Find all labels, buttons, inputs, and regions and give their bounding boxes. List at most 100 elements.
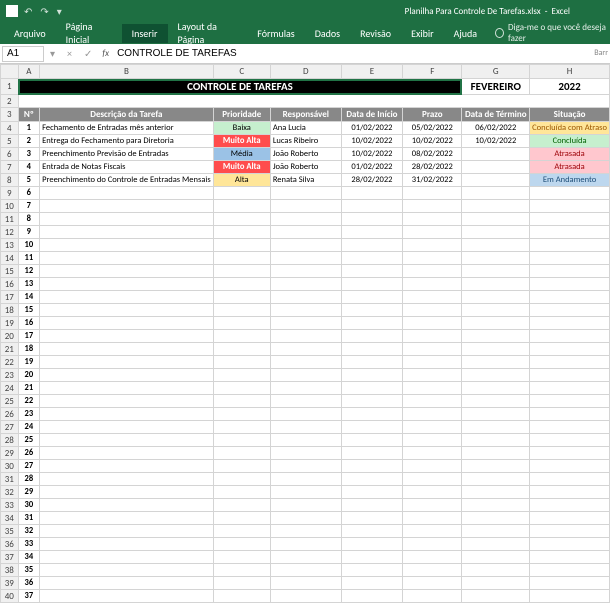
cell[interactable]	[462, 291, 530, 304]
cell-situacao[interactable]: Atrasada	[530, 161, 610, 174]
cell[interactable]	[270, 473, 341, 486]
col-header-H[interactable]: H	[530, 65, 610, 79]
cell-num[interactable]: 24	[18, 421, 40, 434]
cell[interactable]	[462, 460, 530, 473]
row-header-3[interactable]: 3	[1, 108, 19, 122]
cell-situacao[interactable]: Concluída com Atraso	[530, 122, 610, 135]
col-header-B[interactable]: B	[40, 65, 214, 79]
cell[interactable]	[403, 447, 462, 460]
cell[interactable]	[341, 382, 402, 395]
cell-num[interactable]: 19	[18, 356, 40, 369]
cell[interactable]	[341, 590, 402, 603]
cell[interactable]	[403, 330, 462, 343]
cell-prio[interactable]: Média	[213, 148, 270, 161]
cell[interactable]	[40, 278, 214, 291]
cell[interactable]	[213, 304, 270, 317]
row-header[interactable]: 8	[1, 174, 19, 187]
cell[interactable]	[530, 486, 610, 499]
cell-inicio[interactable]: 10/02/2022	[341, 148, 402, 161]
row-header[interactable]: 36	[1, 538, 19, 551]
cell[interactable]	[403, 265, 462, 278]
formula-input[interactable]	[113, 46, 610, 62]
cell[interactable]	[40, 200, 214, 213]
undo-icon[interactable]: ↶	[22, 5, 34, 18]
cell-situacao[interactable]: Atrasada	[530, 148, 610, 161]
cell[interactable]	[341, 538, 402, 551]
cell[interactable]	[403, 382, 462, 395]
cell-prazo[interactable]: 10/02/2022	[403, 135, 462, 148]
col-header-E[interactable]: E	[341, 65, 402, 79]
row-header[interactable]: 27	[1, 421, 19, 434]
cell[interactable]	[403, 421, 462, 434]
cell[interactable]	[40, 226, 214, 239]
cell[interactable]	[403, 538, 462, 551]
cell[interactable]	[270, 304, 341, 317]
cell[interactable]	[270, 343, 341, 356]
cell[interactable]	[462, 317, 530, 330]
cell[interactable]	[40, 213, 214, 226]
cell-num[interactable]: 3	[18, 148, 40, 161]
cell[interactable]	[270, 551, 341, 564]
cell-num[interactable]: 16	[18, 317, 40, 330]
row-header[interactable]: 33	[1, 499, 19, 512]
cell[interactable]	[40, 304, 214, 317]
cell[interactable]	[530, 434, 610, 447]
cell-prio[interactable]: Muito Alta	[213, 135, 270, 148]
cell[interactable]	[462, 226, 530, 239]
cell-num[interactable]: 23	[18, 408, 40, 421]
cell[interactable]	[270, 291, 341, 304]
cell[interactable]	[40, 265, 214, 278]
cell[interactable]	[462, 356, 530, 369]
row-header[interactable]: 9	[1, 187, 19, 200]
cell[interactable]	[462, 551, 530, 564]
cell[interactable]	[213, 421, 270, 434]
cell[interactable]	[403, 577, 462, 590]
row-header[interactable]: 24	[1, 382, 19, 395]
cell-termino[interactable]	[462, 148, 530, 161]
cell[interactable]	[341, 551, 402, 564]
cell[interactable]	[403, 525, 462, 538]
cell[interactable]	[341, 512, 402, 525]
cell-resp[interactable]: João Roberto	[270, 148, 341, 161]
cell[interactable]	[270, 486, 341, 499]
cell[interactable]	[403, 499, 462, 512]
cell-inicio[interactable]: 01/02/2022	[341, 161, 402, 174]
row-header[interactable]: 39	[1, 577, 19, 590]
row-header[interactable]: 6	[1, 148, 19, 161]
cell[interactable]	[270, 382, 341, 395]
cell[interactable]	[341, 499, 402, 512]
cell[interactable]	[270, 200, 341, 213]
select-all-corner[interactable]	[1, 65, 19, 79]
cell[interactable]	[40, 408, 214, 421]
row-header[interactable]: 30	[1, 460, 19, 473]
cell[interactable]	[403, 434, 462, 447]
cell[interactable]	[213, 317, 270, 330]
tab-formulas[interactable]: Fórmulas	[247, 24, 304, 43]
cell[interactable]	[40, 252, 214, 265]
cell[interactable]	[213, 408, 270, 421]
cell[interactable]	[213, 343, 270, 356]
cancel-icon[interactable]: ×	[61, 47, 78, 60]
cell[interactable]	[341, 473, 402, 486]
cell[interactable]	[270, 512, 341, 525]
row-header[interactable]: 23	[1, 369, 19, 382]
cell[interactable]	[530, 356, 610, 369]
cell[interactable]	[530, 252, 610, 265]
cell[interactable]	[403, 226, 462, 239]
cell-prazo[interactable]: 05/02/2022	[403, 122, 462, 135]
cell[interactable]	[270, 330, 341, 343]
row-header[interactable]: 40	[1, 590, 19, 603]
qa-dropdown-icon[interactable]: ▾	[55, 5, 64, 18]
cell-inicio[interactable]: 01/02/2022	[341, 122, 402, 135]
sidebar-tab[interactable]: Barr	[594, 48, 608, 58]
cell[interactable]	[462, 408, 530, 421]
cell[interactable]	[530, 382, 610, 395]
cell[interactable]	[213, 577, 270, 590]
sheet-title-cell[interactable]: CONTROLE DE TAREFAS	[18, 79, 462, 95]
cell[interactable]	[462, 447, 530, 460]
row-header[interactable]: 32	[1, 486, 19, 499]
row-header[interactable]: 4	[1, 122, 19, 135]
cell[interactable]	[40, 291, 214, 304]
cell[interactable]	[40, 369, 214, 382]
cell-resp[interactable]: João Roberto	[270, 161, 341, 174]
